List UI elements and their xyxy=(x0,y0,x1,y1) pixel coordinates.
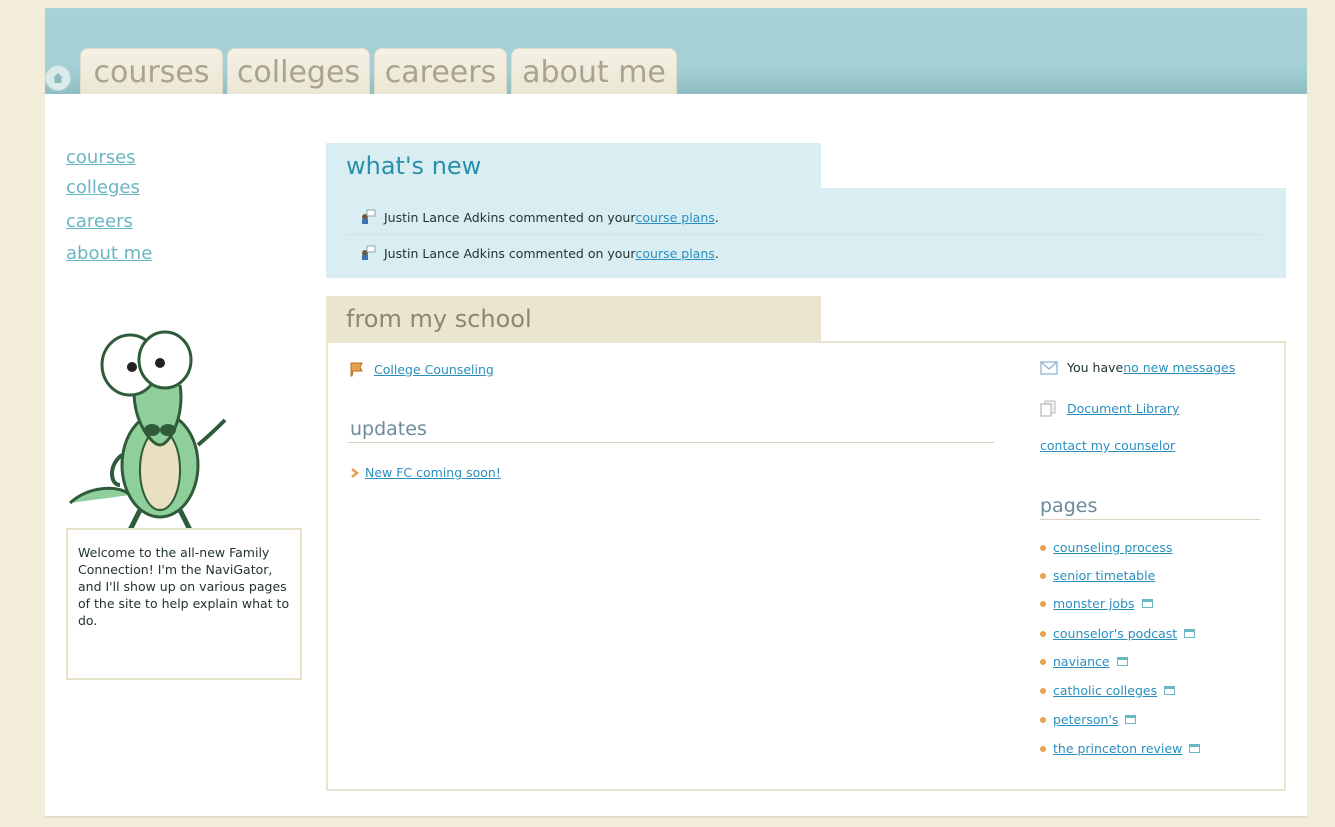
updates-title: updates xyxy=(350,418,427,440)
tab-about-me[interactable]: about me xyxy=(511,48,677,95)
page-item: naviance xyxy=(1040,654,1128,669)
whats-new-panel xyxy=(326,188,1286,278)
pages-title: pages xyxy=(1040,495,1098,517)
page-link-monster-jobs[interactable]: monster jobs xyxy=(1053,596,1135,611)
news-item: Justin Lance Adkins commented on your co… xyxy=(358,208,719,226)
college-counseling-link[interactable]: College Counseling xyxy=(374,362,494,377)
news-item-text: Justin Lance Adkins commented on your xyxy=(384,209,636,225)
page-link-counselors-podcast[interactable]: counselor's podcast xyxy=(1053,626,1177,641)
left-nav-about-me[interactable]: about me xyxy=(66,243,152,264)
update-link[interactable]: New FC coming soon! xyxy=(365,465,501,480)
pages-divider xyxy=(1040,519,1260,520)
page-link-princeton-review[interactable]: the princeton review xyxy=(1053,741,1182,756)
home-icon[interactable] xyxy=(45,65,71,91)
page-item: monster jobs xyxy=(1040,596,1153,611)
page-link-counseling-process[interactable]: counseling process xyxy=(1053,540,1172,555)
page-link-catholic-colleges[interactable]: catholic colleges xyxy=(1053,683,1157,698)
flag-icon xyxy=(350,362,363,377)
left-nav-careers[interactable]: careers xyxy=(66,211,133,232)
left-nav-colleges[interactable]: colleges xyxy=(66,177,140,198)
navigator-welcome-box: Welcome to the all-new Family Connection… xyxy=(66,528,302,680)
from-my-school-title: from my school xyxy=(326,296,821,341)
no-new-messages-link[interactable]: no new messages xyxy=(1123,360,1235,375)
whats-new-title: what's new xyxy=(326,143,821,188)
external-window-icon xyxy=(1141,599,1153,608)
college-counseling-row: College Counseling xyxy=(348,360,494,378)
page-link-naviance[interactable]: naviance xyxy=(1053,654,1110,669)
news-item-text: Justin Lance Adkins commented on your xyxy=(384,245,636,261)
page-item: peterson's xyxy=(1040,712,1137,727)
external-window-icon xyxy=(1189,744,1201,753)
page-item: the princeton review xyxy=(1040,741,1201,756)
tab-courses[interactable]: courses xyxy=(80,48,223,95)
page-item: senior timetable xyxy=(1040,568,1155,583)
page-link-petersons[interactable]: peterson's xyxy=(1053,712,1118,727)
bullet-icon xyxy=(1040,745,1046,752)
bullet-icon xyxy=(1040,687,1046,694)
external-window-icon xyxy=(1125,715,1137,724)
left-nav-courses[interactable]: courses xyxy=(66,147,136,168)
messages-prefix: You have xyxy=(1067,360,1124,375)
page-link-senior-timetable[interactable]: senior timetable xyxy=(1053,568,1155,583)
bullet-icon xyxy=(1040,600,1046,607)
updates-divider xyxy=(348,442,994,443)
bullet-icon xyxy=(1040,572,1046,579)
external-window-icon xyxy=(1184,629,1196,638)
document-library-link[interactable]: Document Library xyxy=(1067,401,1179,416)
external-window-icon xyxy=(1164,686,1176,695)
comment-icon xyxy=(362,209,376,224)
messages-row: You have no new messages xyxy=(1040,360,1235,375)
update-item: New FC coming soon! xyxy=(350,465,501,480)
chevron-right-icon xyxy=(351,467,360,478)
external-window-icon xyxy=(1116,657,1128,666)
course-plans-link[interactable]: course plans xyxy=(636,246,715,261)
documents-icon xyxy=(1040,400,1056,417)
page-item: catholic colleges xyxy=(1040,683,1176,698)
tab-colleges[interactable]: colleges xyxy=(227,48,370,95)
contact-counselor-link[interactable]: contact my counselor xyxy=(1040,438,1175,453)
bullet-icon xyxy=(1040,544,1046,551)
course-plans-link[interactable]: course plans xyxy=(636,210,715,225)
tab-careers[interactable]: careers xyxy=(374,48,507,95)
mail-icon xyxy=(1040,360,1058,375)
document-library-row: Document Library xyxy=(1040,400,1179,417)
comment-icon xyxy=(362,245,376,260)
footer-divider xyxy=(45,816,1307,818)
news-item-suffix: . xyxy=(714,209,719,225)
news-item-suffix: . xyxy=(714,245,719,261)
page-item: counseling process xyxy=(1040,540,1172,555)
bullet-icon xyxy=(1040,658,1046,665)
navigator-welcome-text: Welcome to the all-new Family Connection… xyxy=(78,545,290,628)
bullet-icon xyxy=(1040,630,1046,637)
bullet-icon xyxy=(1040,716,1046,723)
news-divider xyxy=(346,234,1262,235)
news-item: Justin Lance Adkins commented on your co… xyxy=(358,244,719,262)
page-item: counselor's podcast xyxy=(1040,626,1196,641)
navigator-mascot-image xyxy=(68,330,227,532)
